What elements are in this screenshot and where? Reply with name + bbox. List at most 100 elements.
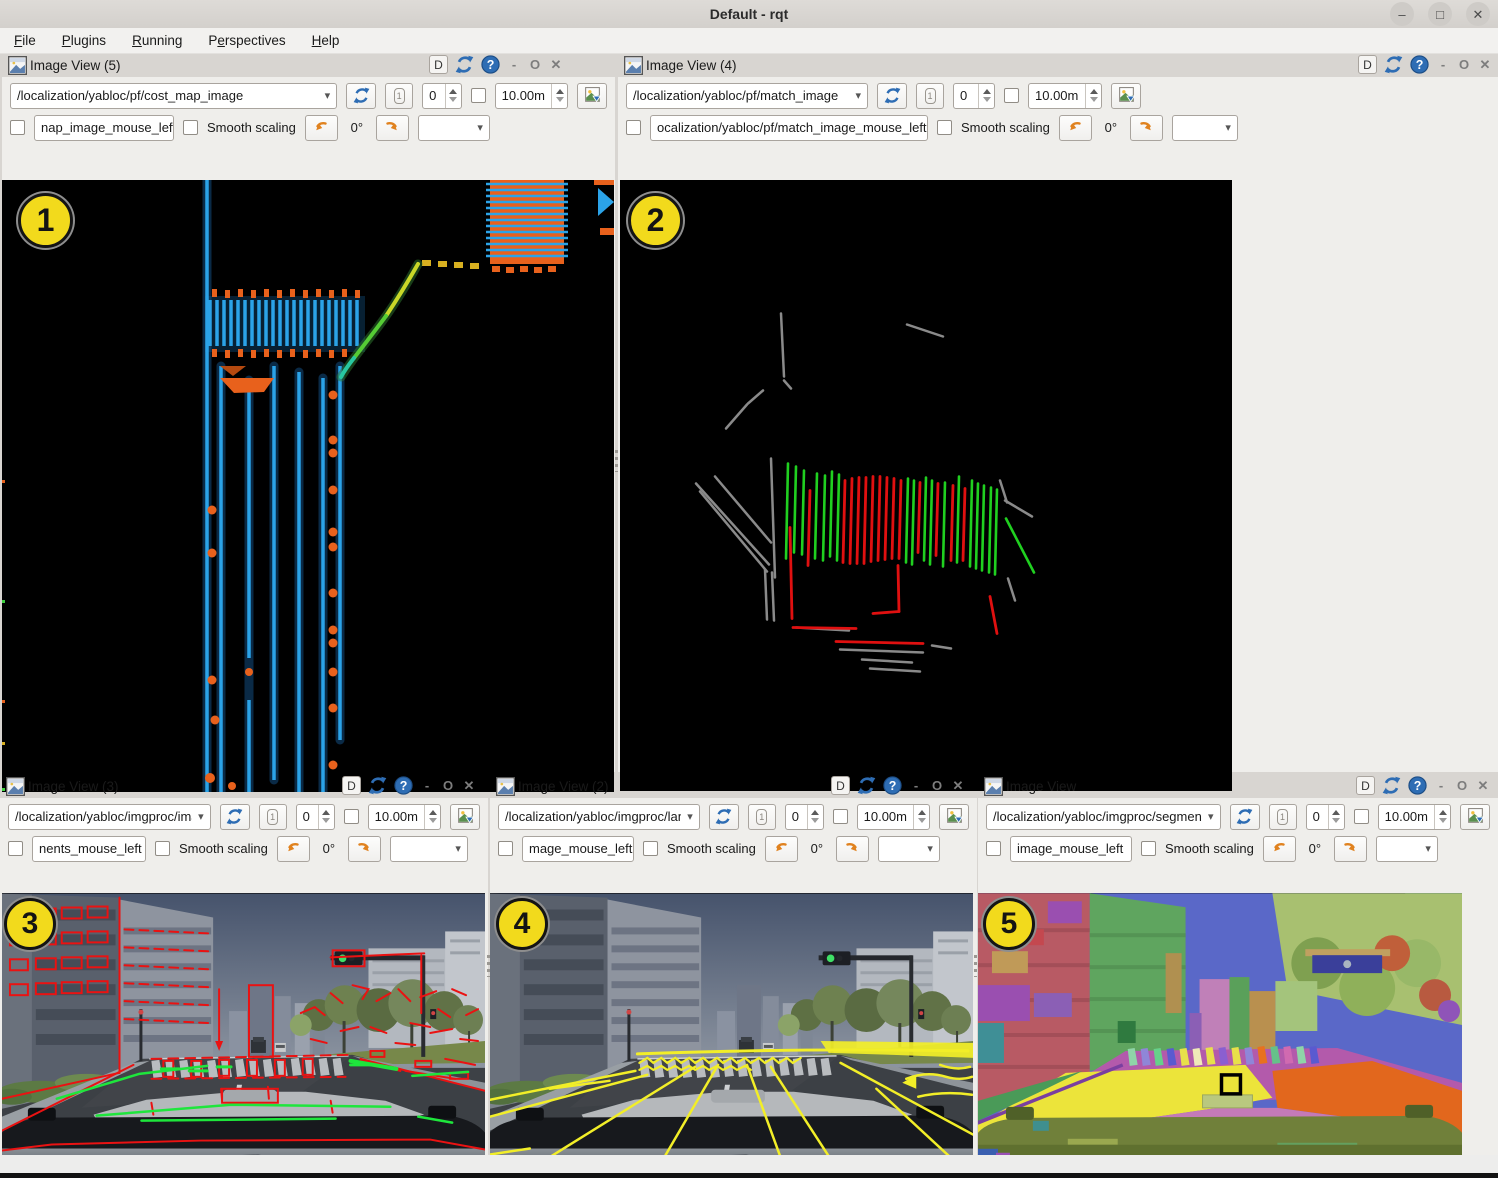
help-icon[interactable] xyxy=(1408,776,1427,795)
dock-header[interactable]: Image View D - O ✕ xyxy=(978,775,1498,798)
menu-running[interactable]: Running xyxy=(132,33,182,48)
segmented-image[interactable]: 5 xyxy=(978,893,1462,1175)
rotate-ccw-button[interactable] xyxy=(1059,115,1092,141)
gridlines-spinner[interactable]: 0 xyxy=(296,804,335,830)
mouse-topic-field[interactable]: ocalization/yabloc/pf/match_image_mouse_… xyxy=(650,115,928,141)
dock-d-button[interactable]: D xyxy=(831,776,850,795)
menu-help[interactable]: Help xyxy=(312,33,340,48)
refresh-topics-button[interactable] xyxy=(1230,804,1260,830)
save-image-button[interactable] xyxy=(450,804,480,830)
lane-image[interactable]: 4 xyxy=(490,893,973,1175)
dock-close-button[interactable]: ✕ xyxy=(951,778,965,794)
dock-minimize-button[interactable]: - xyxy=(507,57,521,72)
dock-header[interactable]: Image View (5) D - O ✕ xyxy=(2,54,615,77)
topic-select[interactable]: /localization/yabloc/imgproc/ima▾ xyxy=(8,804,211,830)
color-scheme-select[interactable]: ▾ xyxy=(1172,115,1238,141)
color-scheme-select[interactable]: ▾ xyxy=(878,836,940,862)
rotate-ccw-button[interactable] xyxy=(1263,836,1296,862)
topic-select[interactable]: /localization/yabloc/imgproc/segmented▾ xyxy=(986,804,1221,830)
save-image-button[interactable] xyxy=(577,83,607,109)
refresh-icon[interactable] xyxy=(455,55,474,74)
window-titlebar[interactable]: Default - rqt – □ ✕ xyxy=(0,0,1498,28)
dock-d-button[interactable]: D xyxy=(1358,55,1377,74)
dock-header[interactable]: Image View (4) D - O ✕ xyxy=(618,54,1498,77)
mouse-topic-field[interactable]: nap_image_mouse_left xyxy=(34,115,174,141)
max-range-spinner[interactable]: 10.00m xyxy=(857,804,930,830)
refresh-icon[interactable] xyxy=(1382,776,1401,795)
rotate-cw-button[interactable] xyxy=(348,836,381,862)
dock-minimize-button[interactable]: - xyxy=(1436,57,1450,72)
refresh-topics-button[interactable] xyxy=(220,804,250,830)
rotate-cw-button[interactable] xyxy=(1334,836,1367,862)
rotate-ccw-button[interactable] xyxy=(305,115,338,141)
publish-click-checkbox[interactable] xyxy=(626,120,641,135)
match-image[interactable]: 2 xyxy=(620,180,1232,791)
dock-header[interactable]: Image View (3) D - O ✕ xyxy=(0,775,488,798)
dock-float-button[interactable]: O xyxy=(1455,778,1469,793)
color-scheme-select[interactable]: ▾ xyxy=(390,836,468,862)
dock-minimize-button[interactable]: - xyxy=(909,778,923,793)
gridlines-spinner[interactable]: 0 xyxy=(1306,804,1345,830)
refresh-topics-button[interactable] xyxy=(346,83,376,109)
smooth-scaling-checkbox[interactable] xyxy=(937,120,952,135)
help-icon[interactable] xyxy=(481,55,500,74)
publish-click-checkbox[interactable] xyxy=(986,841,1001,856)
smooth-scaling-checkbox[interactable] xyxy=(643,841,658,856)
publish-click-checkbox[interactable] xyxy=(498,841,513,856)
dock-float-button[interactable]: O xyxy=(1457,57,1471,72)
refresh-topics-button[interactable] xyxy=(877,83,907,109)
gridlines-spinner[interactable]: 0 xyxy=(785,804,824,830)
rotate-ccw-button[interactable] xyxy=(765,836,798,862)
zoom-1-button[interactable]: 1 xyxy=(385,83,413,109)
color-scheme-select[interactable]: ▾ xyxy=(1376,836,1438,862)
cost-map-image[interactable]: 1 xyxy=(2,180,614,792)
dock-close-button[interactable]: ✕ xyxy=(462,778,476,794)
dock-float-button[interactable]: O xyxy=(441,778,455,793)
save-image-button[interactable] xyxy=(1111,83,1141,109)
edge-image[interactable]: 3 xyxy=(2,893,485,1175)
refresh-topics-button[interactable] xyxy=(709,804,739,830)
max-range-spinner[interactable]: 10.00m xyxy=(495,83,568,109)
max-range-spinner[interactable]: 10.00m xyxy=(1378,804,1451,830)
menu-plugins[interactable]: Plugins xyxy=(62,33,106,48)
max-range-spinner[interactable]: 10.00m xyxy=(368,804,441,830)
rotate-cw-button[interactable] xyxy=(1130,115,1163,141)
mouse-topic-field[interactable]: image_mouse_left xyxy=(1010,836,1132,862)
refresh-icon[interactable] xyxy=(1384,55,1403,74)
dock-d-button[interactable]: D xyxy=(429,55,448,74)
rotate-cw-button[interactable] xyxy=(836,836,869,862)
topic-select[interactable]: /localization/yabloc/pf/match_image▾ xyxy=(626,83,868,109)
zoom-1-button[interactable]: 1 xyxy=(259,804,287,830)
save-image-button[interactable] xyxy=(939,804,969,830)
mouse-topic-field[interactable]: mage_mouse_left xyxy=(522,836,634,862)
dock-header[interactable]: Image View (2) D - O ✕ xyxy=(490,775,977,798)
refresh-icon[interactable] xyxy=(857,776,876,795)
dock-float-button[interactable]: O xyxy=(930,778,944,793)
splitter-handle[interactable] xyxy=(974,955,977,977)
menu-perspectives[interactable]: Perspectives xyxy=(208,33,285,48)
smooth-scaling-checkbox[interactable] xyxy=(155,841,170,856)
color-scheme-select[interactable]: ▾ xyxy=(418,115,490,141)
maximize-button[interactable]: □ xyxy=(1428,2,1452,26)
save-image-button[interactable] xyxy=(1460,804,1490,830)
dynamic-range-checkbox[interactable] xyxy=(344,809,359,824)
dock-d-button[interactable]: D xyxy=(342,776,361,795)
max-range-spinner[interactable]: 10.00m xyxy=(1028,83,1102,109)
zoom-1-button[interactable]: 1 xyxy=(748,804,776,830)
minimize-button[interactable]: – xyxy=(1390,2,1414,26)
dynamic-range-checkbox[interactable] xyxy=(471,88,486,103)
menu-file[interactable]: File xyxy=(14,33,36,48)
gridlines-spinner[interactable]: 0 xyxy=(422,83,462,109)
smooth-scaling-checkbox[interactable] xyxy=(1141,841,1156,856)
topic-select[interactable]: /localization/yabloc/imgproc/lane▾ xyxy=(498,804,700,830)
splitter-handle[interactable] xyxy=(487,955,490,977)
mouse-topic-field[interactable]: nents_mouse_left xyxy=(32,836,146,862)
dock-close-button[interactable]: ✕ xyxy=(549,57,563,73)
zoom-1-button[interactable]: 1 xyxy=(916,83,944,109)
publish-click-checkbox[interactable] xyxy=(8,841,23,856)
dock-minimize-button[interactable]: - xyxy=(420,778,434,793)
dock-close-button[interactable]: ✕ xyxy=(1478,57,1492,73)
rotate-cw-button[interactable] xyxy=(376,115,409,141)
splitter-handle[interactable] xyxy=(615,450,618,472)
help-icon[interactable] xyxy=(394,776,413,795)
